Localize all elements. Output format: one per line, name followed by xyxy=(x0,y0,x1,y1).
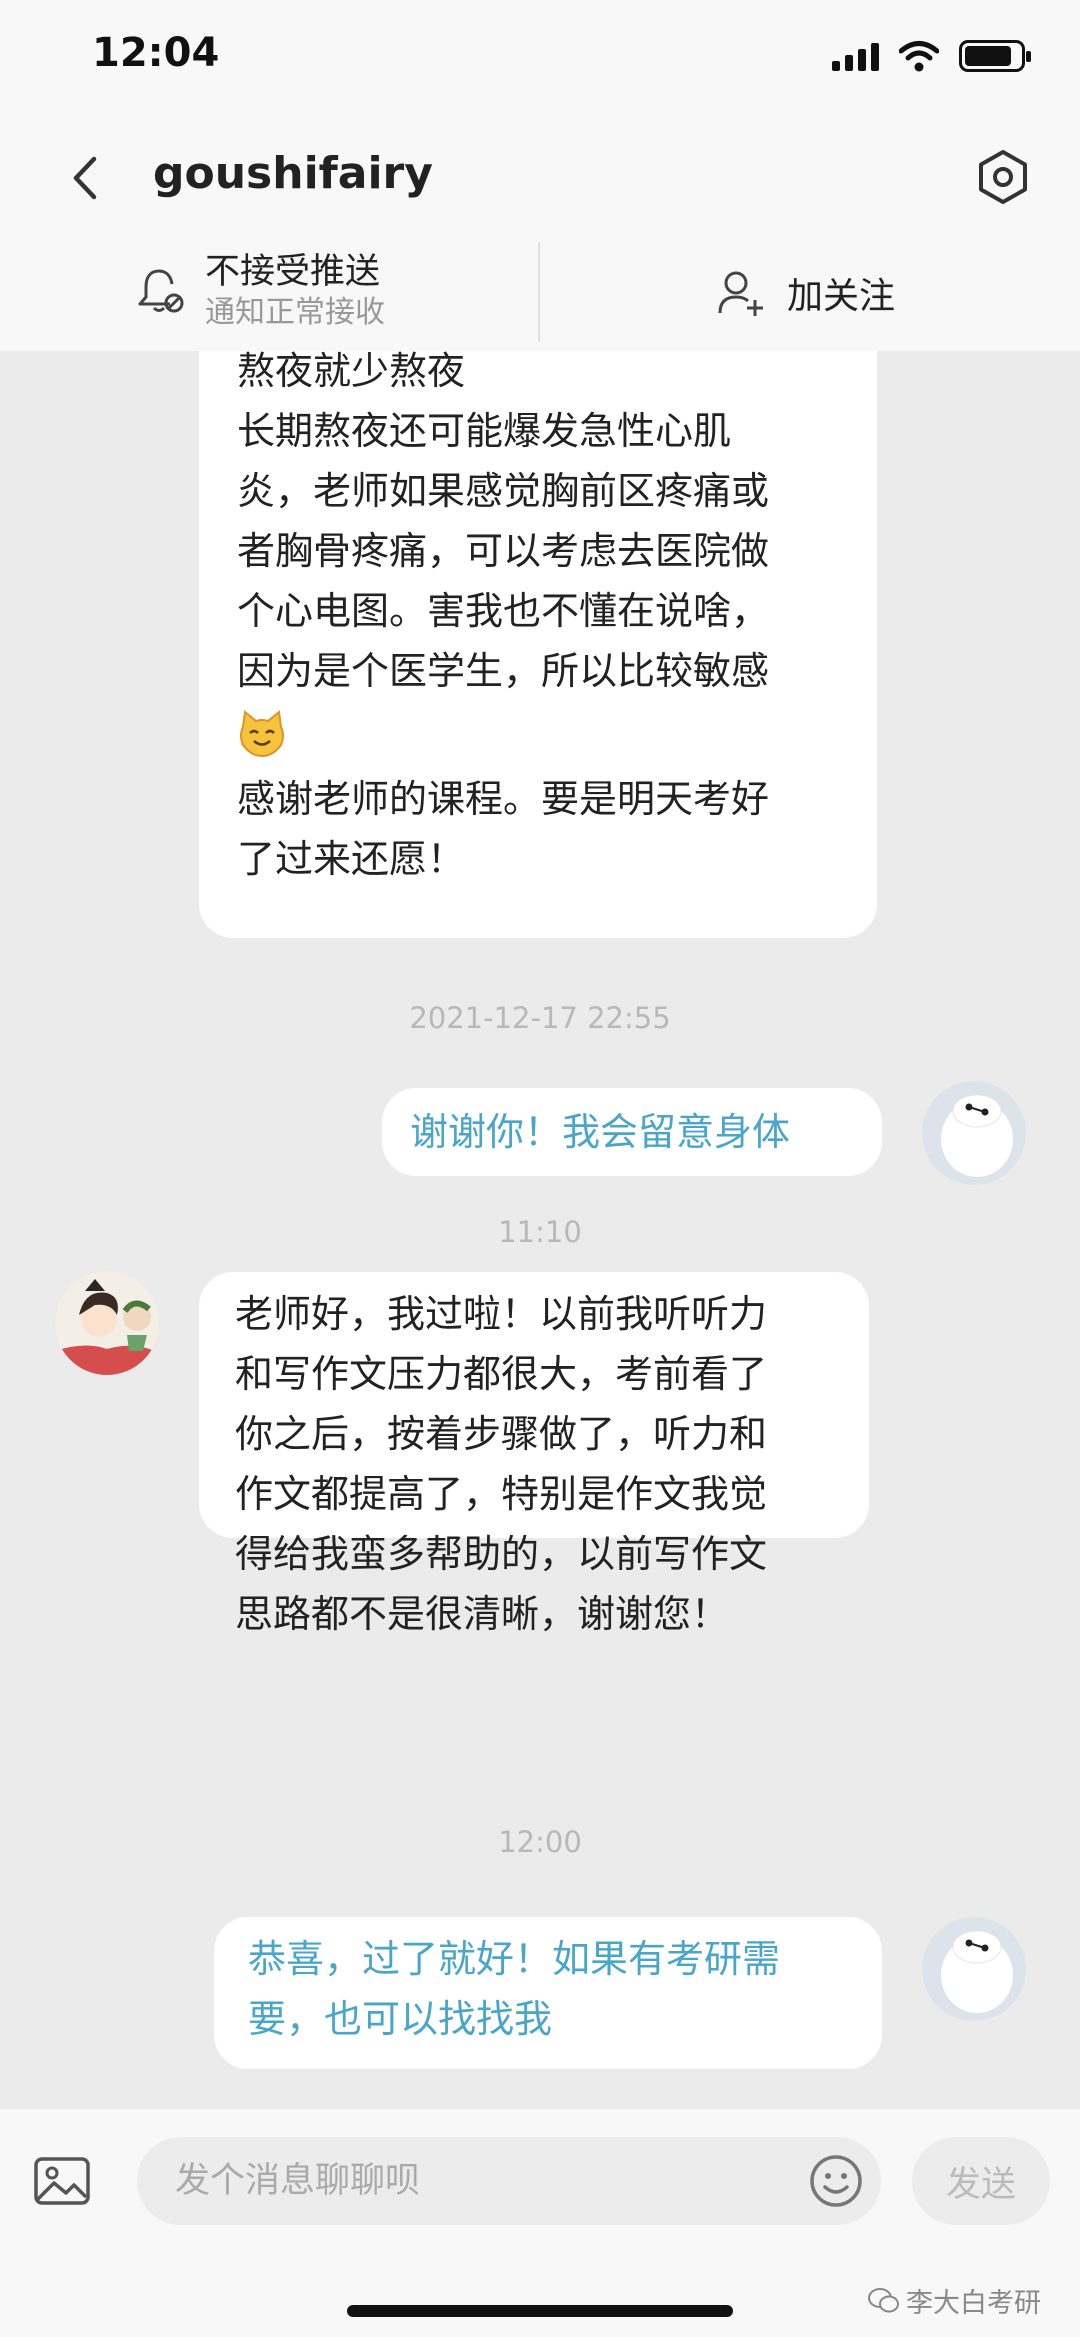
wechat-icon xyxy=(868,2287,899,2312)
message-line: 长期熬夜还可能爆发急性心肌 xyxy=(237,409,732,453)
push-setting-sub: 通知正常接收 xyxy=(205,295,385,330)
my-avatar[interactable] xyxy=(922,1917,1026,2021)
message-line: 你之后，按着步骤做了，听力和 xyxy=(235,1412,768,1456)
image-icon xyxy=(34,2157,90,2205)
notice-bar: 不接受推送 通知正常接收 加关注 xyxy=(0,236,1080,351)
message-line: 思路都不是很清晰，谢谢您！ xyxy=(235,1592,730,1636)
robot-avatar-icon xyxy=(922,1917,1026,2021)
cat-emoji-icon xyxy=(240,709,284,757)
settings-button[interactable] xyxy=(968,142,1038,212)
smiley-icon xyxy=(810,2155,862,2207)
page-title: goushifairy xyxy=(153,148,433,199)
push-setting-label: 不接受推送 xyxy=(205,252,381,292)
image-button[interactable] xyxy=(32,2151,92,2211)
add-user-icon xyxy=(718,271,763,316)
emoji-button[interactable] xyxy=(808,2153,864,2209)
follow-button[interactable]: 加关注 xyxy=(715,258,895,328)
cellular-signal-icon xyxy=(832,41,879,71)
watermark-text: 李大白考研 xyxy=(906,2288,1041,2319)
message-input[interactable] xyxy=(137,2137,881,2225)
chevron-left-icon xyxy=(73,156,97,200)
message-line: 和写作文压力都很大，考前看了 xyxy=(235,1352,768,1396)
anime-avatar-icon xyxy=(55,1271,159,1375)
emoji-line xyxy=(237,701,839,769)
message-line: 要，也可以找找我 xyxy=(248,1997,553,2041)
message-sent[interactable]: 谢谢你！我会留意身体 xyxy=(382,1088,882,1176)
message-line: 感谢老师的课程。要是明天考好 xyxy=(237,777,770,821)
message-received[interactable]: 熬夜就少熬夜 长期熬夜还可能爆发急性心肌 炎，老师如果感觉胸前区疼痛或 者胸骨疼… xyxy=(199,351,877,938)
message-line: 谢谢你！我会留意身体 xyxy=(410,1110,791,1154)
message-line: 个心电图。害我也不懂在说啥， xyxy=(237,589,770,633)
message-line: 了过来还愿！ xyxy=(237,837,466,881)
message-sent[interactable]: 恭喜，过了就好！如果有考研需 要，也可以找找我 xyxy=(214,1917,882,2069)
status-time: 12:04 xyxy=(92,30,220,76)
message-line: 因为是个医学生，所以比较敏感 xyxy=(237,649,770,693)
back-button[interactable] xyxy=(55,148,115,208)
message-line: 恭喜，过了就好！如果有考研需 xyxy=(248,1937,781,1981)
chat-list[interactable]: 熬夜就少熬夜 长期熬夜还可能爆发急性心肌 炎，老师如果感觉胸前区疼痛或 者胸骨疼… xyxy=(0,351,1080,2109)
input-bar: 发送 李大白考研 xyxy=(0,2109,1080,2337)
message-line: 者胸骨疼痛，可以考虑去医院做 xyxy=(237,529,770,573)
battery-icon xyxy=(959,40,1031,72)
home-indicator xyxy=(347,2305,733,2317)
timestamp: 2021-12-17 22:55 xyxy=(409,1001,671,1035)
timestamp: 12:00 xyxy=(498,1825,582,1859)
nav-bar: goushifairy xyxy=(0,118,1080,236)
bell-muted-icon xyxy=(138,269,184,313)
message-line: 炎，老师如果感觉胸前区疼痛或 xyxy=(237,469,770,513)
message-line: 熬夜就少熬夜 xyxy=(237,351,466,393)
wifi-icon xyxy=(899,41,939,72)
status-icons xyxy=(832,40,1031,72)
push-setting-button[interactable]: 不接受推送 通知正常接收 xyxy=(135,246,385,336)
divider xyxy=(538,242,540,342)
my-avatar[interactable] xyxy=(922,1081,1026,1185)
timestamp: 11:10 xyxy=(498,1215,582,1249)
watermark: 李大白考研 xyxy=(868,2281,1041,2320)
message-line: 作文都提高了，特别是作文我觉 xyxy=(235,1472,768,1516)
message-line: 得给我蛮多帮助的，以前写作文 xyxy=(235,1532,768,1576)
message-received[interactable]: 老师好，我过啦！以前我听听力 和写作文压力都很大，考前看了 你之后，按着步骤做了… xyxy=(199,1272,869,1636)
gear-icon xyxy=(979,150,1027,204)
contact-avatar[interactable] xyxy=(55,1271,159,1375)
follow-label: 加关注 xyxy=(787,276,896,317)
status-bar: 12:04 xyxy=(0,0,1080,118)
robot-avatar-icon xyxy=(922,1081,1026,1185)
send-button[interactable]: 发送 xyxy=(912,2137,1050,2225)
message-line: 老师好，我过啦！以前我听听力 xyxy=(235,1292,768,1336)
